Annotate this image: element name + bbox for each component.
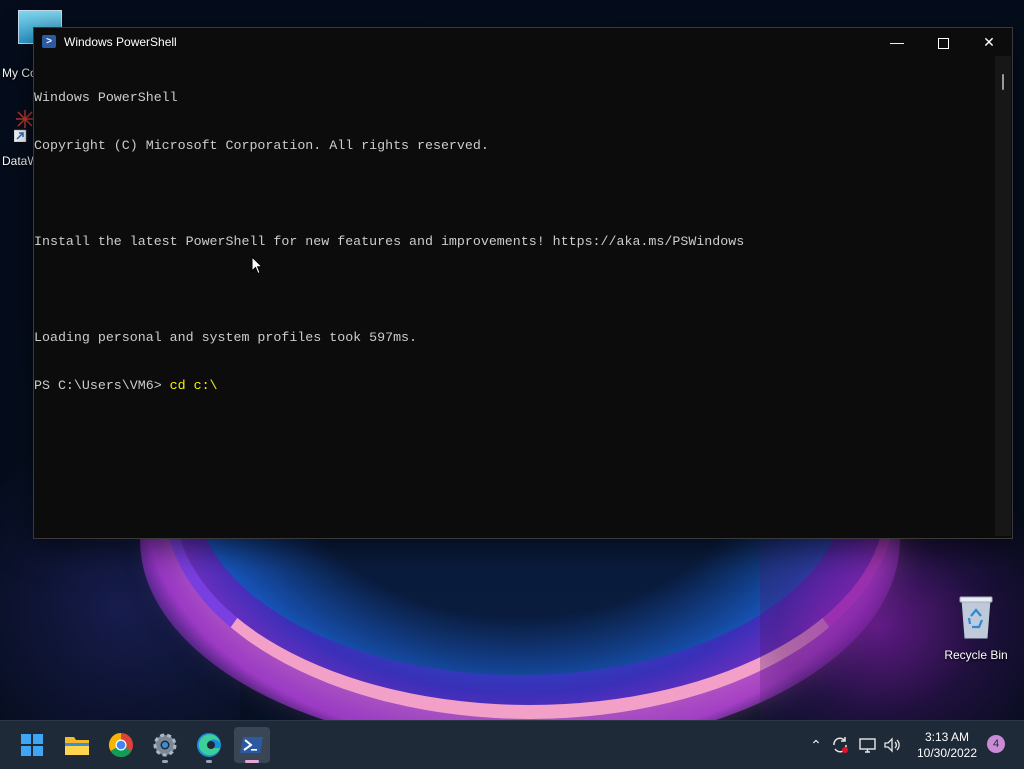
taskbar-settings[interactable] — [147, 727, 183, 763]
console-line: Windows PowerShell — [34, 90, 178, 105]
notification-badge[interactable]: 4 — [987, 735, 1005, 753]
edge-icon — [197, 733, 221, 757]
chevron-up-icon[interactable]: ⌃ — [806, 735, 826, 755]
settings-icon — [153, 733, 177, 757]
taskbar-chrome[interactable] — [103, 727, 139, 763]
running-indicator — [245, 760, 259, 763]
window-titlebar[interactable]: > Windows PowerShell — ✕ — [34, 28, 1012, 56]
console-prompt: PS C:\Users\VM6> — [34, 378, 170, 393]
console-command[interactable]: cd c:\ — [170, 378, 218, 393]
sync-icon[interactable] — [830, 735, 850, 755]
desktop-icon-recycle-bin[interactable]: Recycle Bin — [940, 596, 1012, 662]
taskbar-powershell[interactable] — [234, 727, 270, 763]
taskbar-file-explorer[interactable] — [59, 727, 95, 763]
running-indicator — [162, 760, 168, 763]
volume-icon[interactable] — [882, 735, 902, 755]
network-icon[interactable] — [858, 735, 878, 755]
file-explorer-icon — [65, 737, 89, 755]
running-indicator — [206, 760, 212, 763]
window-title: Windows PowerShell — [64, 35, 177, 49]
console-line: Copyright (C) Microsoft Corporation. All… — [34, 138, 489, 153]
console-scrollbar[interactable] — [995, 56, 1011, 536]
minimize-button[interactable]: — — [874, 28, 920, 56]
console-line: Install the latest PowerShell for new fe… — [34, 234, 745, 249]
maximize-icon — [937, 37, 949, 49]
system-clock[interactable]: 3:13 AM 10/30/2022 — [908, 729, 986, 761]
chrome-icon — [108, 733, 133, 758]
scrollbar-thumb[interactable] — [1002, 74, 1004, 90]
powershell-icon: > — [42, 35, 56, 48]
taskbar-edge[interactable] — [191, 727, 227, 763]
console-line: Loading personal and system profiles too… — [34, 330, 418, 345]
close-button[interactable]: ✕ — [966, 28, 1012, 56]
start-button[interactable] — [14, 727, 50, 763]
clock-date: 10/30/2022 — [916, 746, 978, 760]
close-icon: ✕ — [983, 34, 995, 50]
powershell-window[interactable]: > Windows PowerShell — ✕ Windows PowerSh… — [33, 27, 1013, 539]
recycle-bin-icon — [958, 596, 994, 640]
powershell-icon — [240, 737, 263, 753]
console-prompt-line[interactable]: PS C:\Users\VM6> cd c:\ — [34, 378, 994, 394]
taskbar: ⌃ 3:13 AM 10/30/2022 4 — [0, 720, 1024, 769]
mouse-cursor-icon — [251, 255, 264, 275]
maximize-button[interactable] — [920, 28, 966, 56]
desktop-icon-label: Recycle Bin — [944, 648, 1008, 662]
clock-time: 3:13 AM — [924, 730, 970, 744]
console-output[interactable]: Windows PowerShell Copyright (C) Microso… — [34, 56, 994, 538]
minimize-icon: — — [890, 34, 904, 50]
